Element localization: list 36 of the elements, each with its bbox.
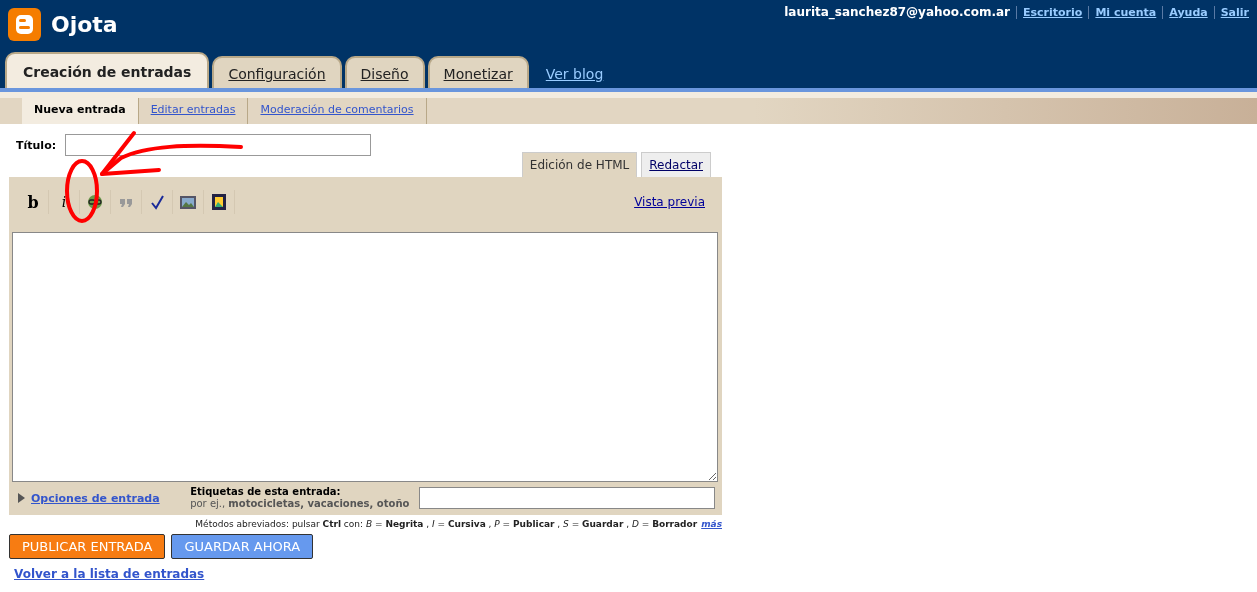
options-link[interactable]: Opciones de entrada: [31, 491, 160, 505]
view-blog-link[interactable]: Ver blog: [545, 66, 604, 88]
labels-label: Etiquetas de esta entrada:: [190, 486, 342, 498]
editor-tab[interactable]: Redactar: [641, 152, 711, 177]
circle-mark: [64, 158, 100, 224]
header-link[interactable]: Escritorio: [1016, 5, 1083, 19]
nav-tab[interactable]: Creación de entradas: [5, 52, 210, 88]
header-link[interactable]: Mi cuenta: [1088, 5, 1157, 19]
editor-tab[interactable]: Edición de HTML: [521, 152, 638, 177]
labels-hint: por ej., motocicletas, vacaciones, otoño: [190, 498, 410, 510]
logo-icon: [8, 8, 41, 41]
link-icon: [86, 193, 104, 211]
subtab[interactable]: Nueva entrada: [22, 98, 139, 124]
title-label: Título:: [16, 138, 57, 152]
film-icon: [210, 193, 228, 211]
blog-title: Ojota: [51, 12, 118, 37]
header-link[interactable]: Ayuda: [1162, 5, 1208, 19]
bold-button[interactable]: b: [18, 190, 49, 214]
more-link[interactable]: más: [701, 519, 722, 529]
header-link[interactable]: Salir: [1213, 5, 1249, 19]
italic-button[interactable]: i: [49, 190, 80, 214]
title-field[interactable]: [65, 134, 372, 156]
shortcuts-text: Métodos abreviados: pulsar Ctrl con: B = Negrita , I = Cursiva , P = Publicar , S = Guardar , D = Borrador: [195, 519, 698, 529]
post-body-field[interactable]: [12, 232, 718, 482]
check-icon: [148, 193, 166, 211]
image-icon: [179, 193, 197, 211]
expand-icon: [18, 493, 25, 503]
preview-link[interactable]: Vista previa: [634, 195, 705, 209]
subtab[interactable]: Editar entradas: [138, 98, 249, 124]
labels-field[interactable]: [419, 487, 715, 509]
nav-tab[interactable]: Monetizar: [427, 56, 529, 88]
nav-tab[interactable]: Configuración: [212, 56, 342, 88]
subtab[interactable]: Moderación de comentarios: [248, 98, 427, 124]
back-link[interactable]: Volver a la lista de entradas: [14, 567, 205, 581]
user-email: laurita_sanchez87@yahoo.com.ar: [784, 5, 1011, 19]
nav-tab[interactable]: Diseño: [344, 56, 425, 88]
